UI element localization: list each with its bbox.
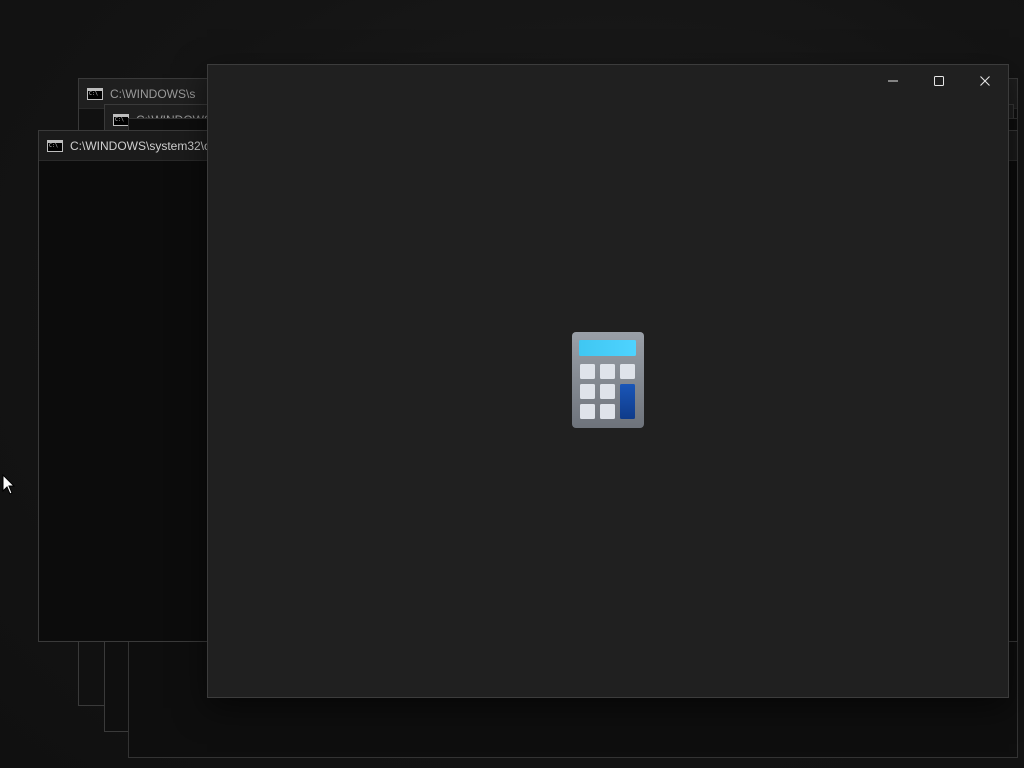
command-prompt-icon [47,139,63,152]
calculator-icon [572,332,644,428]
desktop: C:\WINDOWS\s C:\WINDOWS\ C:\WINDOWS\syst… [0,0,1024,768]
close-button[interactable] [962,65,1008,97]
console-title: C:\WINDOWS\system32\c [70,138,211,153]
maximize-button[interactable] [916,65,962,97]
close-icon [980,76,990,86]
command-prompt-icon [87,87,103,100]
console-title: C:\WINDOWS\s [110,86,196,101]
caption-buttons [870,65,1008,97]
mouse-cursor-icon [2,474,16,495]
minimize-button[interactable] [870,65,916,97]
minimize-icon [888,80,898,82]
maximize-icon [934,76,944,86]
command-prompt-icon [113,113,129,126]
